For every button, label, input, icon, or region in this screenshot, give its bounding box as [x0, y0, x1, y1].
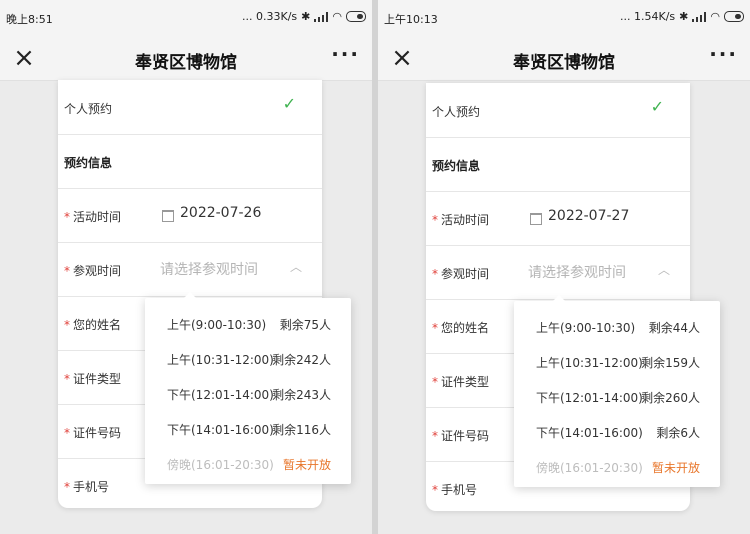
activity-date-label: 活动时间: [73, 210, 122, 224]
section-title: 预约信息: [64, 156, 113, 170]
section-title: 预约信息: [432, 159, 481, 173]
id-number-label: 证件号码: [73, 426, 122, 440]
time-slot-option[interactable]: 下午(12:01-14:00) 剩余243人: [145, 376, 351, 411]
required-marker: *: [432, 213, 438, 227]
personal-booking-label: 个人预约: [432, 105, 481, 119]
more-icon[interactable]: ···: [709, 42, 738, 66]
nav-bar: × 奉贤区博物馆 ···: [378, 36, 750, 81]
visit-time-row[interactable]: * 参观时间 请选择参观时间 ︿: [58, 242, 322, 297]
section-header: 预约信息: [58, 134, 322, 189]
required-marker: *: [432, 429, 438, 443]
bluetooth-icon: ✱: [301, 10, 311, 23]
visit-time-dropdown: 上午(9:00-10:30) 剩余75人 上午(10:31-12:00) 剩余242…: [145, 292, 351, 484]
time-slot-option[interactable]: 下午(14:01-16:00) 剩余6人: [514, 414, 720, 449]
time-slot-option[interactable]: 上午(9:00-10:30) 剩余44人: [514, 309, 720, 344]
required-marker: *: [432, 375, 438, 389]
network-speed: ... 0.33K/s: [242, 10, 298, 23]
id-number-label: 证件号码: [441, 429, 490, 443]
time-slot-option-disabled: 傍晚(16:01-20:30) 暂未开放: [167, 458, 331, 472]
chevron-up-icon: ︿: [289, 260, 302, 274]
time-slot-option[interactable]: 上午(10:31-12:00) 剩余159人: [514, 344, 720, 379]
network-speed: ... 1.54K/s: [620, 10, 676, 23]
phone-label: 手机号: [73, 480, 110, 494]
status-icons: ... 1.54K/s ✱ ◠: [620, 10, 744, 23]
screenshot-pair: 晚上8:51 ... 0.33K/s ✱ ◠ × 奉贤区博物馆 ··· 个人预约…: [0, 0, 750, 534]
wifi-icon: ◠: [710, 10, 720, 23]
page-title: 奉贤区博物馆: [513, 53, 615, 73]
status-bar: 晚上8:51 ... 0.33K/s ✱ ◠: [0, 0, 372, 36]
visit-time-dropdown: 上午(9:00-10:30) 剩余44人 上午(10:31-12:00) 剩余159…: [514, 295, 720, 487]
personal-booking-row[interactable]: 个人预约 ✓: [58, 80, 322, 135]
personal-booking-row[interactable]: 个人预约 ✓: [426, 83, 690, 138]
phone-screen-left: 晚上8:51 ... 0.33K/s ✱ ◠ × 奉贤区博物馆 ··· 个人预约…: [0, 0, 372, 534]
page-title: 奉贤区博物馆: [135, 53, 237, 73]
visit-time-row[interactable]: * 参观时间 请选择参观时间 ︿: [426, 245, 690, 300]
activity-date-row[interactable]: * 活动时间 2022-07-26: [58, 188, 322, 243]
time-slot-option-disabled: 傍晚(16:01-20:30) 暂未开放: [536, 461, 700, 475]
time-slot-option[interactable]: 上午(9:00-10:30) 剩余75人: [145, 306, 351, 341]
required-marker: *: [64, 372, 70, 386]
activity-date-row[interactable]: * 活动时间 2022-07-27: [426, 191, 690, 246]
required-marker: *: [432, 321, 438, 335]
visit-time-select[interactable]: 请选择参观时间: [160, 259, 258, 279]
time-slot-option[interactable]: 上午(10:31-12:00) 剩余242人: [145, 341, 351, 376]
status-time: 晚上8:51: [6, 13, 53, 26]
calendar-icon: [162, 210, 174, 222]
section-header: 预约信息: [426, 137, 690, 192]
required-marker: *: [64, 264, 70, 278]
required-marker: *: [64, 480, 70, 494]
bluetooth-icon: ✱: [679, 10, 689, 23]
required-marker: *: [432, 267, 438, 281]
check-icon: ✓: [282, 94, 296, 113]
battery-icon: [346, 11, 366, 22]
nav-bar: × 奉贤区博物馆 ···: [0, 36, 372, 81]
required-marker: *: [64, 210, 70, 224]
check-icon: ✓: [650, 97, 664, 116]
activity-date-label: 活动时间: [441, 213, 490, 227]
required-marker: *: [64, 318, 70, 332]
required-marker: *: [432, 483, 438, 497]
visit-time-label: 参观时间: [73, 264, 122, 278]
name-label: 您的姓名: [441, 321, 490, 335]
status-time: 上午10:13: [384, 13, 438, 26]
id-type-label: 证件类型: [73, 372, 122, 386]
time-slot-option[interactable]: 下午(14:01-16:00) 剩余116人: [145, 411, 351, 446]
phone-label: 手机号: [441, 483, 478, 497]
signal-icon: [314, 11, 329, 22]
visit-time-label: 参观时间: [441, 267, 490, 281]
calendar-icon: [530, 213, 542, 225]
activity-date-value: 2022-07-27: [548, 208, 630, 224]
status-bar: 上午10:13 ... 1.54K/s ✱ ◠: [378, 0, 750, 36]
visit-time-select[interactable]: 请选择参观时间: [528, 262, 626, 282]
time-slot-option[interactable]: 下午(12:01-14:00) 剩余260人: [514, 379, 720, 414]
id-type-label: 证件类型: [441, 375, 490, 389]
wifi-icon: ◠: [332, 10, 342, 23]
personal-booking-label: 个人预约: [64, 102, 113, 116]
more-icon[interactable]: ···: [331, 42, 360, 66]
signal-icon: [692, 11, 707, 22]
name-label: 您的姓名: [73, 318, 122, 332]
activity-date-value: 2022-07-26: [180, 205, 262, 221]
required-marker: *: [64, 426, 70, 440]
chevron-up-icon: ︿: [657, 263, 670, 277]
status-icons: ... 0.33K/s ✱ ◠: [242, 10, 366, 23]
battery-icon: [724, 11, 744, 22]
